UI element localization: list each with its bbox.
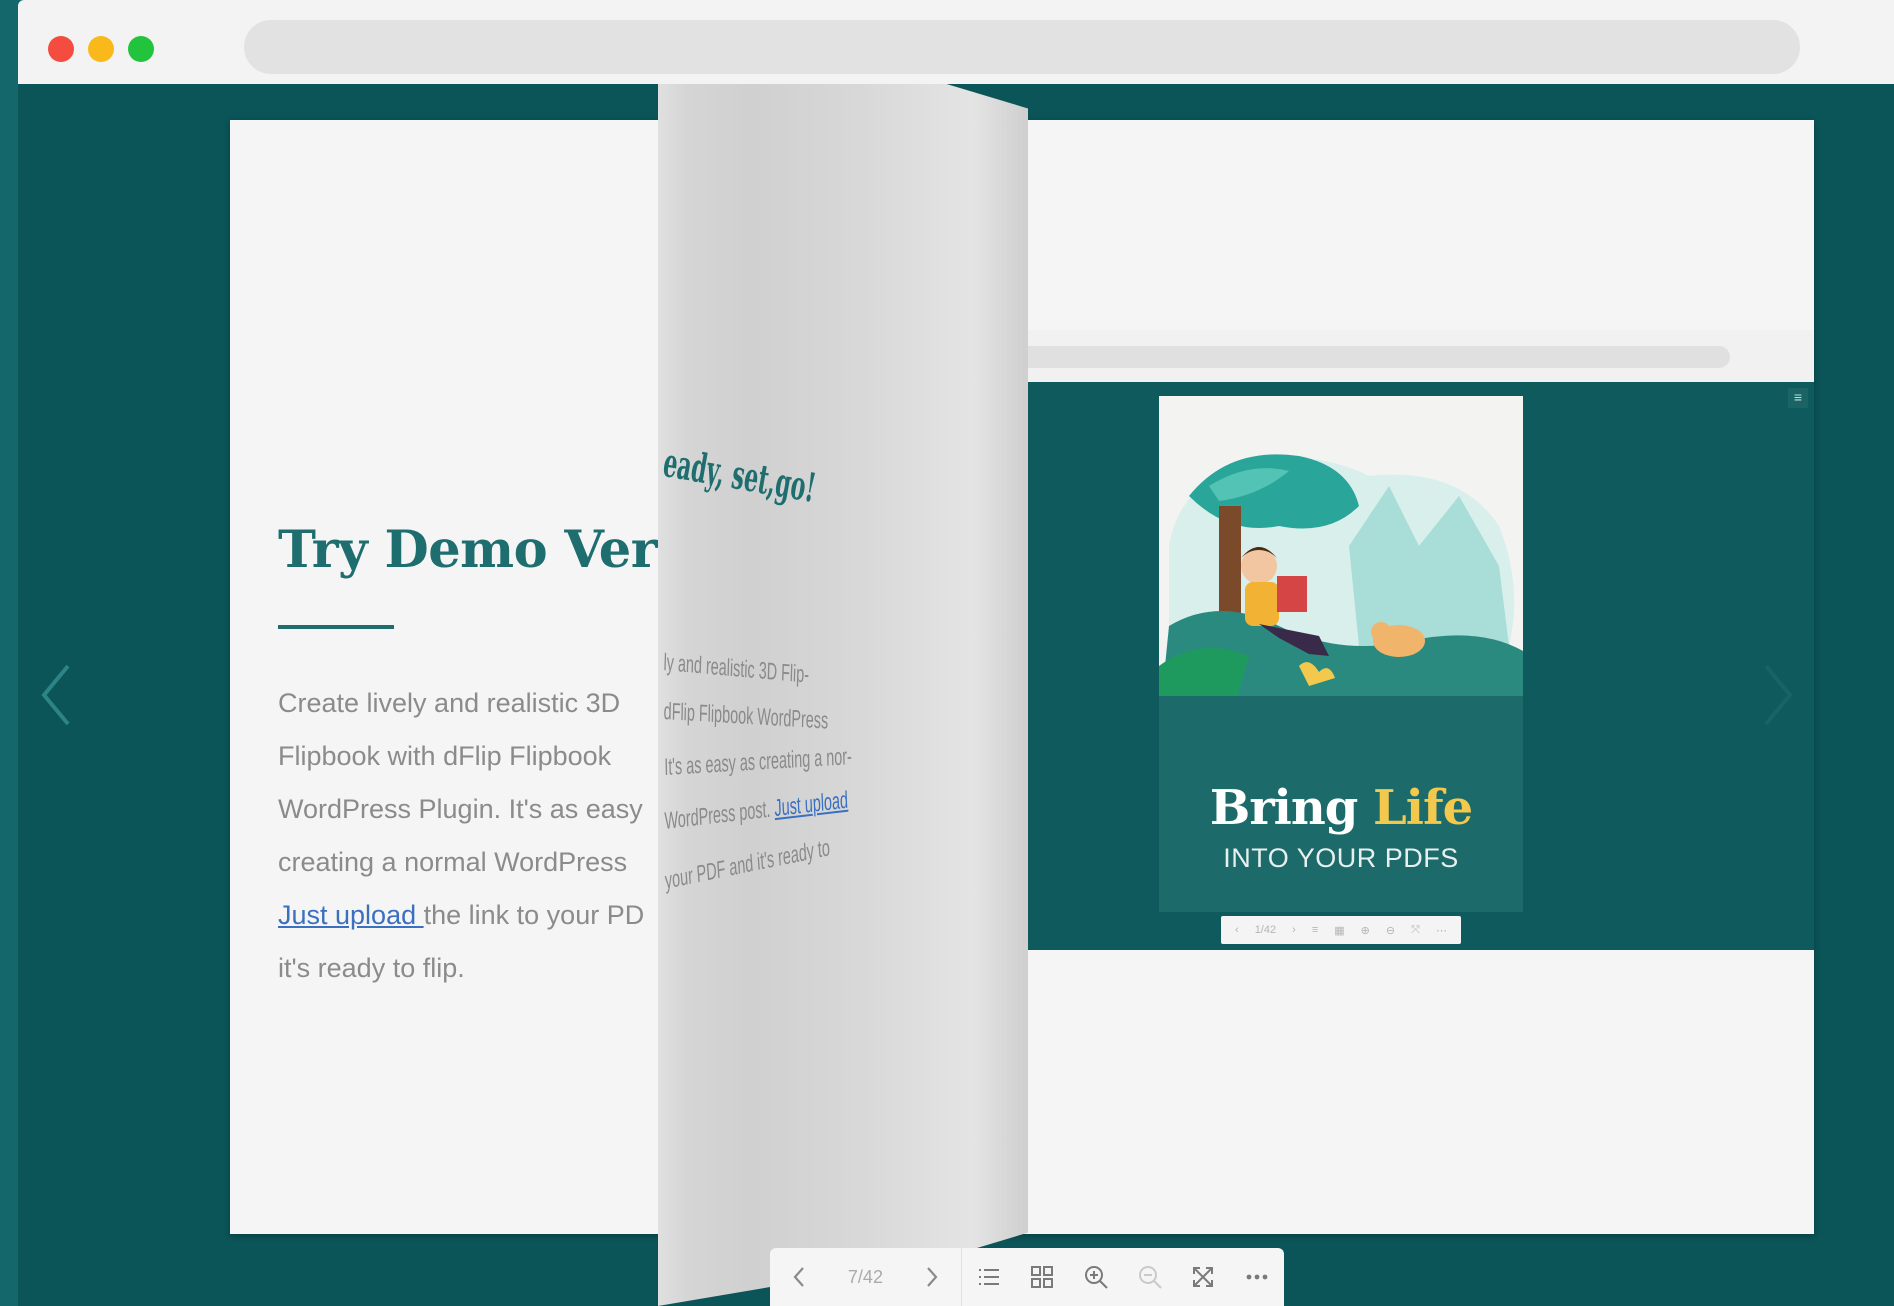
turning-page-line: WordPress post. Just upload [664,787,849,836]
next-page-arrow[interactable] [1758,660,1798,730]
more-icon [1246,1274,1268,1280]
cover-title: Bring Life [1159,780,1523,836]
reading-child-illustration [1159,454,1523,726]
zoom-out-button[interactable] [1123,1248,1177,1306]
chevron-right-icon [1764,664,1793,726]
body-line-with-link: Just upload the link to your PD [278,889,660,942]
turning-page-upload-link: Just upload [773,786,849,823]
mini-toolbar-item: › [1292,924,1296,936]
embedded-flipbook-stage: ≡ Bring Life INTO YOUR PDFS ‹ 1/42 › ≡ ▦… [916,382,1814,950]
page-body-text: Create lively and realistic 3D Flipbook … [278,677,678,995]
zoom-out-icon [1138,1266,1162,1289]
flipbook-right-page[interactable]: ≡ Bring Life INTO YOUR PDFS ‹ 1/42 › ≡ ▦… [916,120,1814,1234]
mini-toolbar-item: ⋯ [1435,924,1447,937]
body-line: creating a normal WordPress [278,847,628,877]
previous-page-arrow[interactable] [36,660,76,730]
mini-toolbar-item: ▦ [1334,924,1345,937]
embedded-address-bar [1000,346,1730,368]
list-icon [978,1269,999,1285]
cover-subtitle: INTO YOUR PDFS [1223,843,1459,873]
heading-divider [278,625,394,629]
body-line: WordPress Plugin. It's as easy [278,794,643,824]
book-cover: Bring Life INTO YOUR PDFS [1159,396,1523,912]
next-page-button[interactable] [901,1248,961,1306]
mini-toolbar-item: ≡ [1311,924,1319,936]
previous-page-button[interactable] [770,1248,830,1306]
cover-title-main: Bring [1209,780,1374,836]
minimize-window-button[interactable] [88,36,114,62]
turning-page-line: ly and realistic 3D Flip- [663,649,810,689]
mini-toolbar-item: ⊕ [1360,924,1370,937]
turning-page-line: It's as easy as creating a nor- [664,743,853,781]
close-window-button[interactable] [48,36,74,62]
fullscreen-button[interactable] [1177,1248,1231,1306]
turning-page-heading: eady, set,go! [659,439,820,512]
flipbook-left-page[interactable]: Try Demo Versi Create lively and realist… [230,120,678,1234]
grid-icon [1031,1266,1054,1288]
mini-toolbar-item: ⊖ [1385,924,1396,937]
chevron-right-icon [927,1267,938,1287]
zoom-in-icon [1085,1266,1108,1289]
page-heading: Try Demo Versi [278,520,678,580]
turning-page-line: dFlip Flipbook WordPress [663,698,829,735]
address-bar[interactable] [244,20,1800,74]
embedded-browser-screenshot: ≡ Bring Life INTO YOUR PDFS ‹ 1/42 › ≡ ▦… [916,330,1814,950]
browser-window: Try Demo Versi Create lively and realist… [18,0,1894,1306]
more-options-button[interactable] [1230,1248,1284,1306]
just-upload-link[interactable]: Just upload [278,900,424,930]
table-of-contents-button[interactable] [962,1248,1016,1306]
fullscreen-icon [1193,1267,1214,1287]
mini-toolbar-item: ⤧ [1411,923,1420,936]
embedded-browser-topbar [916,330,1814,382]
turning-page-line: your PDF and it's ready to [664,834,831,895]
body-line: it's ready to flip. [278,953,465,983]
page-indicator[interactable]: 7/42 [830,1248,902,1306]
zoom-in-button[interactable] [1069,1248,1123,1306]
body-line: Create lively and realistic 3D [278,688,621,718]
mini-toolbar-item: 1/42 [1254,924,1277,936]
menu-icon: ≡ [1788,388,1808,408]
body-line: Flipbook with dFlip Flipbook [278,741,612,771]
browser-topbar [18,0,1894,84]
thumbnails-button[interactable] [1016,1248,1070,1306]
cover-title-accent: Life [1373,780,1473,836]
body-text: the link to your PD [423,900,645,930]
turning-page[interactable]: eady, set,go! ly and realistic 3D Flip- … [658,84,1028,1306]
chevron-left-icon [793,1267,804,1287]
mini-toolbar-item: ‹ [1235,924,1239,936]
flipbook-toolbar: 7/42 [770,1248,1284,1306]
chevron-left-icon [41,664,70,726]
embedded-toolbar: ‹ 1/42 › ≡ ▦ ⊕ ⊖ ⤧ ⋯ [1221,916,1461,944]
maximize-window-button[interactable] [128,36,154,62]
turning-page-text: WordPress post. [664,795,772,835]
